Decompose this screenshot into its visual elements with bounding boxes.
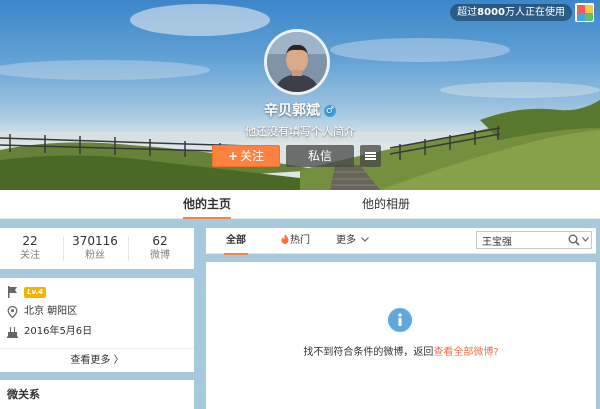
- online-badge-suffix: 万人正在使用: [505, 7, 565, 18]
- feed-search: [476, 231, 592, 249]
- online-badge-prefix: 超过: [457, 7, 478, 18]
- follow-button-label: 关注: [240, 149, 265, 163]
- chevron-down-icon: [361, 237, 370, 242]
- stat-divider: [128, 237, 129, 261]
- info-icon: [388, 308, 412, 332]
- relations-title: 微关系: [7, 388, 40, 401]
- profile-intro: 他还没有填写个人简介: [245, 125, 355, 138]
- level-badge[interactable]: Lv.4: [24, 287, 46, 298]
- feed-tab-hot[interactable]: 热门: [281, 228, 310, 254]
- birthday-cake-icon: [7, 327, 18, 338]
- search-options-chevron-icon[interactable]: [582, 237, 589, 242]
- see-more-link[interactable]: 查看更多 〉: [0, 348, 194, 372]
- online-badge-count: 8000: [477, 7, 505, 18]
- follow-button[interactable]: + 关注: [212, 145, 280, 167]
- message-button[interactable]: 私信: [286, 145, 354, 167]
- feed-empty-state: 找不到符合条件的微博，返回查看全部微博?: [206, 262, 596, 409]
- stat-following[interactable]: 22 关注: [1, 234, 59, 263]
- search-icon[interactable]: [568, 234, 580, 246]
- profile-tab-bar: 他的主页 他的相册: [0, 190, 600, 219]
- location-text: 北京 朝阳区: [24, 306, 78, 317]
- flag-icon: [8, 286, 17, 298]
- stat-value: 370116: [72, 234, 118, 248]
- more-menu-button[interactable]: [360, 145, 381, 167]
- plus-icon: +: [227, 149, 239, 163]
- view-all-posts-link[interactable]: 查看全部微博?: [433, 347, 498, 358]
- stat-value: 22: [22, 234, 38, 248]
- stat-value: 62: [152, 234, 168, 248]
- birthday-text: 2016年5月6日: [24, 326, 93, 337]
- menu-icon-bar: [365, 158, 376, 160]
- tab-album[interactable]: 他的相册: [362, 190, 410, 219]
- avatar-photo: [267, 32, 327, 92]
- feed-tab-all[interactable]: 全部: [224, 228, 248, 255]
- menu-icon: [365, 152, 376, 154]
- stat-followers[interactable]: 370116 粉丝: [66, 234, 124, 263]
- profile-cover: 超过8000万人正在使用 辛贝郭斌 ♂ 他还没有填写个人简介 + 关注 私信: [0, 0, 600, 190]
- male-gender-icon: ♂: [324, 105, 336, 117]
- feed-tab-hot-label: 热门: [290, 235, 310, 246]
- stats-card: 22 关注 370116 粉丝 62 微博: [0, 228, 194, 269]
- menu-icon-bar: [365, 155, 376, 157]
- stat-posts[interactable]: 62 微博: [131, 234, 189, 263]
- relations-card: 微关系: [0, 380, 194, 409]
- feed-tab-more-label: 更多: [336, 235, 356, 246]
- empty-message: 找不到符合条件的微博，返回查看全部微博?: [206, 343, 596, 358]
- empty-message-text: 找不到符合条件的微博，返回: [303, 347, 434, 358]
- online-users-badge: 超过8000万人正在使用: [450, 4, 572, 21]
- info-glyph: [398, 313, 402, 326]
- avatar[interactable]: [264, 29, 330, 95]
- profile-name-text: 辛贝郭斌: [264, 103, 320, 119]
- stat-label: 微博: [150, 250, 170, 261]
- profile-info-card: Lv.4 北京 朝阳区 2016年5月6日 查看更多 〉: [0, 278, 194, 372]
- skin-palette-icon[interactable]: [575, 3, 594, 22]
- search-input[interactable]: [477, 232, 565, 248]
- location-pin-icon: [7, 306, 18, 318]
- stat-label: 粉丝: [85, 250, 105, 261]
- profile-name: 辛贝郭斌 ♂: [0, 100, 600, 120]
- feed-tab-more[interactable]: 更多: [336, 228, 370, 254]
- stat-divider: [63, 237, 64, 261]
- tab-home[interactable]: 他的主页: [183, 190, 231, 219]
- fire-icon: [281, 234, 289, 244]
- stat-label: 关注: [20, 250, 40, 261]
